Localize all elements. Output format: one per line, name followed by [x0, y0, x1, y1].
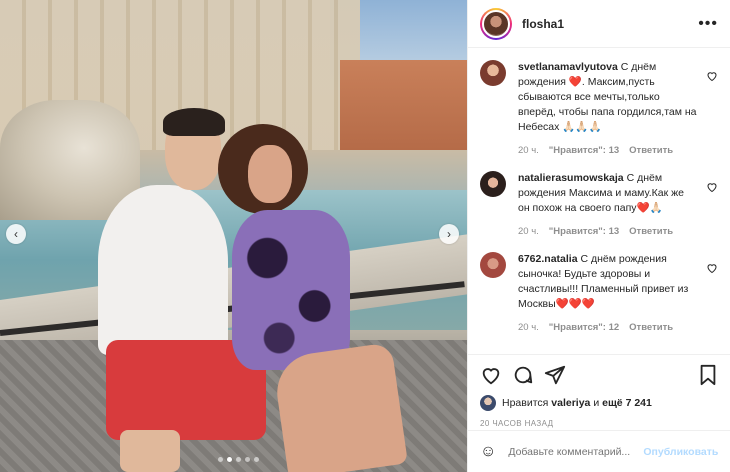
action-icons — [480, 363, 718, 387]
comment-body: svetlanamavlyutova С днём рождения ❤️. М… — [518, 60, 718, 158]
reply-button[interactable]: Ответить — [629, 224, 673, 239]
photo-woman-face — [248, 145, 292, 203]
comment-item: natalierasumowskaja С днём рождения Макс… — [480, 171, 718, 239]
comment-avatar[interactable] — [480, 252, 506, 278]
heart-icon[interactable] — [706, 70, 718, 82]
liker-username[interactable]: valeriya — [551, 397, 590, 409]
photo-boy-leg — [120, 430, 180, 472]
more-horizontal-icon[interactable]: ••• — [698, 15, 718, 33]
add-comment-bar: ☺ Опубликовать — [468, 430, 730, 472]
comment-likes[interactable]: "Нравится": 12 — [549, 320, 619, 335]
instagram-post: ‹ › flosha1 ••• svetlanamavlyutova С днё… — [0, 0, 730, 472]
photo-boy-hair — [163, 108, 225, 136]
comment-likes[interactable]: "Нравится": 13 — [549, 224, 619, 239]
likes-middle: и — [593, 397, 600, 409]
comment-icon[interactable] — [512, 364, 534, 386]
comment-time[interactable]: 20 ч. — [518, 224, 539, 239]
post-side-panel: flosha1 ••• svetlanamavlyutova С днём ро… — [467, 0, 730, 472]
carousel-dot — [254, 457, 259, 462]
likes-summary[interactable]: Нравится valeriya и ещё 7 241 — [480, 395, 718, 411]
carousel-dots — [218, 457, 259, 462]
chevron-right-icon[interactable]: › — [439, 224, 459, 244]
comment-avatar[interactable] — [480, 171, 506, 197]
comment-avatar[interactable] — [480, 60, 506, 86]
comment-username[interactable]: 6762.natalia — [518, 253, 578, 265]
comment-username[interactable]: svetlanamavlyutova — [518, 61, 618, 73]
comment-item: svetlanamavlyutova С днём рождения ❤️. М… — [480, 60, 718, 158]
share-icon[interactable] — [544, 364, 566, 386]
comment-time[interactable]: 20 ч. — [518, 143, 539, 158]
comment-body: natalierasumowskaja С днём рождения Макс… — [518, 171, 718, 239]
publish-button[interactable]: Опубликовать — [643, 446, 718, 458]
heart-icon[interactable] — [480, 364, 502, 386]
photo-building — [340, 60, 467, 150]
likes-others[interactable]: ещё 7 241 — [602, 397, 652, 409]
carousel-dot — [236, 457, 241, 462]
comments-list[interactable]: svetlanamavlyutova С днём рождения ❤️. М… — [468, 48, 730, 354]
liker-avatar — [480, 395, 496, 411]
avatar-image — [482, 9, 510, 38]
carousel-dot — [218, 457, 223, 462]
avatar[interactable] — [480, 7, 512, 40]
comment-meta: 20 ч. "Нравится": 13 Ответить — [518, 143, 698, 158]
photo-woman-dress — [232, 210, 350, 370]
comment-likes[interactable]: "Нравится": 13 — [549, 143, 619, 158]
heart-icon[interactable] — [706, 181, 718, 193]
comment-username[interactable]: natalierasumowskaja — [518, 172, 624, 184]
smiley-icon[interactable]: ☺ — [480, 443, 496, 461]
comment-body: 6762.natalia С днём рождения сыночка! Бу… — [518, 252, 718, 335]
comment-input[interactable] — [508, 445, 644, 458]
reply-button[interactable]: Ответить — [629, 320, 673, 335]
chevron-left-icon[interactable]: ‹ — [6, 224, 26, 244]
carousel-dot — [245, 457, 250, 462]
photo-woman-leg — [272, 342, 408, 472]
likes-prefix: Нравится — [502, 397, 549, 409]
comment-time[interactable]: 20 ч. — [518, 320, 539, 335]
carousel-dot-active — [227, 457, 232, 462]
comment-item: 6762.natalia С днём рождения сыночка! Бу… — [480, 252, 718, 335]
bookmark-icon[interactable] — [698, 364, 718, 386]
post-username[interactable]: flosha1 — [522, 17, 564, 31]
comment-meta: 20 ч. "Нравится": 13 Ответить — [518, 224, 698, 239]
photo-boy-shirt — [98, 185, 228, 355]
post-photo[interactable]: ‹ › — [0, 0, 467, 472]
post-date[interactable]: 20 ЧАСОВ НАЗАД — [480, 419, 718, 428]
comment-meta: 20 ч. "Нравится": 12 Ответить — [518, 320, 698, 335]
post-header: flosha1 ••• — [468, 0, 730, 48]
heart-icon[interactable] — [706, 262, 718, 274]
reply-button[interactable]: Ответить — [629, 143, 673, 158]
